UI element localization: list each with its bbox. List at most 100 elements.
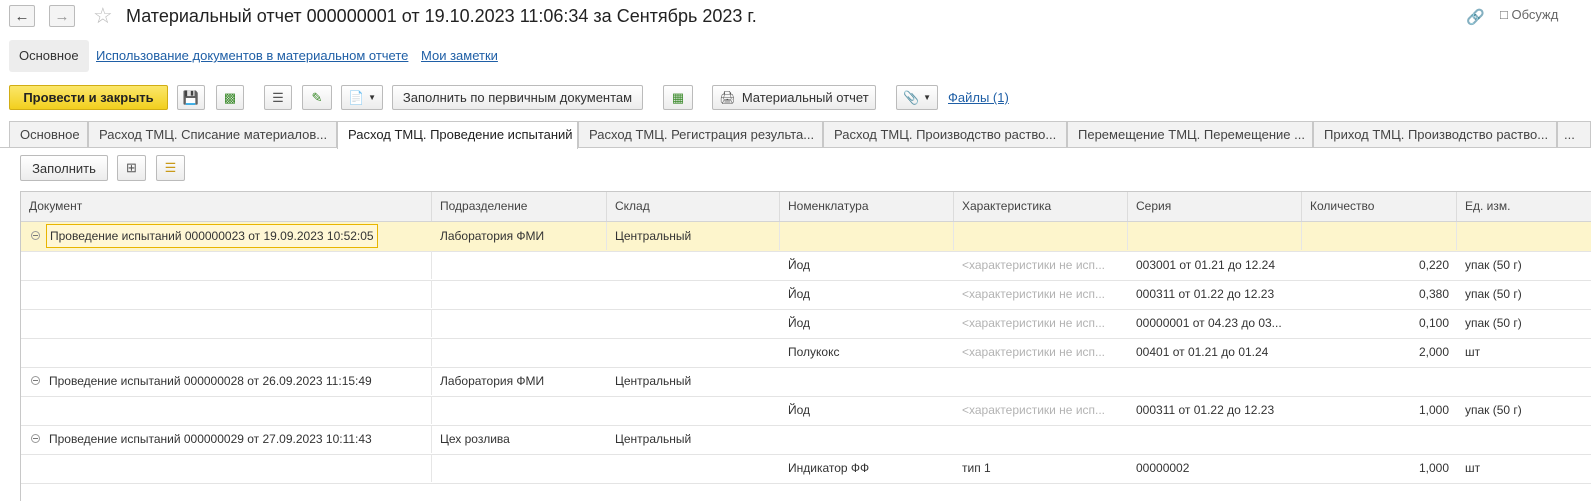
row-warehouse — [607, 454, 780, 482]
column-header-series[interactable]: Серия — [1128, 192, 1302, 221]
row-item: Полукокс — [788, 345, 840, 359]
row-item: Йод — [788, 287, 811, 301]
row-unit — [1457, 367, 1591, 395]
row-unit: упак (50 г) — [1465, 403, 1522, 417]
subnav-notes-link[interactable]: Мои заметки — [421, 40, 498, 72]
attach-button[interactable]: 📎 ▼ — [896, 85, 938, 110]
row-characteristic: <характеристики не исп... — [962, 345, 1106, 359]
column-header-unit[interactable]: Ед. изм. — [1457, 192, 1591, 221]
row-document: Проведение испытаний 000000028 от 26.09.… — [21, 367, 432, 395]
tab-main[interactable]: Основное — [9, 121, 88, 147]
tab-consumption-writeoff[interactable]: Расход ТМЦ. Списание материалов... — [88, 121, 337, 147]
row-quantity: 0,100 — [1418, 316, 1449, 330]
save-button[interactable]: 💾 — [177, 85, 205, 110]
row-unit — [1457, 425, 1591, 453]
tab-transfer[interactable]: Перемещение ТМЦ. Перемещение ... — [1067, 121, 1313, 147]
row-department — [432, 338, 607, 366]
row-document[interactable]: Проведение испытаний 000000023 от 19.09.… — [46, 224, 378, 248]
material-report-label: Материальный отчет — [741, 90, 869, 105]
table-row[interactable]: Йод <характеристики не исп... 00000001 о… — [21, 309, 1591, 339]
row-unit: упак (50 г) — [1465, 316, 1522, 330]
create-based-on-button[interactable]: 📄 ▼ — [341, 85, 383, 110]
row-series: 00000002 — [1136, 461, 1190, 475]
expand-all-button[interactable]: ⊞ — [117, 155, 146, 181]
post-and-close-button[interactable]: Провести и закрыть — [9, 85, 168, 110]
material-report-print-button[interactable]: 🖨 Материальный отчет — [712, 85, 876, 110]
post-button[interactable]: ▩ — [216, 85, 244, 110]
row-series: 00401 от 01.21 до 01.24 — [1136, 345, 1269, 359]
column-header-characteristic[interactable]: Характеристика — [954, 192, 1128, 221]
discuss-label: Обсужд — [1511, 7, 1559, 22]
arrow-left-icon: ← — [14, 7, 30, 25]
tab-receipt-production[interactable]: Приход ТМЦ. Производство раство... — [1313, 121, 1557, 147]
column-header-warehouse[interactable]: Склад — [607, 192, 780, 221]
row-unit: шт — [1465, 461, 1481, 475]
tab-consumption-production[interactable]: Расход ТМЦ. Производство раство... — [823, 121, 1067, 147]
row-item — [780, 425, 954, 453]
link-icon[interactable]: 🔗 — [1466, 8, 1485, 26]
row-department: Лаборатория ФМИ — [432, 222, 607, 250]
tab-consumption-results[interactable]: Расход ТМЦ. Регистрация результа... — [578, 121, 823, 147]
row-document — [21, 280, 432, 308]
table-row[interactable]: Полукокс <характеристики не исп... 00401… — [21, 338, 1591, 368]
forward-button[interactable]: → — [49, 5, 75, 27]
row-characteristic — [954, 367, 1128, 395]
table-row[interactable]: Йод <характеристики не исп... 000311 от … — [21, 396, 1591, 426]
collapse-all-button[interactable]: ☰ — [156, 155, 185, 181]
column-header-document[interactable]: Документ — [21, 192, 432, 221]
row-series: 000311 от 01.22 до 12.23 — [1136, 403, 1275, 417]
column-header-department[interactable]: Подразделение — [432, 192, 607, 221]
row-item: Йод — [788, 316, 811, 330]
row-series: 00000001 от 04.23 до 03... — [1136, 316, 1282, 330]
row-document — [21, 454, 432, 482]
tab-consumption-testing[interactable]: Расход ТМЦ. Проведение испытаний — [337, 121, 578, 149]
row-warehouse — [607, 309, 780, 337]
pen-icon: ✎ — [311, 89, 323, 105]
row-quantity — [1302, 367, 1457, 395]
edit-button[interactable]: ✎ — [302, 85, 332, 110]
row-department: Лаборатория ФМИ — [440, 374, 545, 388]
files-link[interactable]: Файлы (1) — [948, 90, 1009, 105]
row-warehouse — [607, 338, 780, 366]
list-icon: ☰ — [272, 89, 284, 105]
collapse-toggle-icon[interactable] — [31, 231, 40, 240]
save-icon: 💾 — [182, 89, 200, 105]
row-quantity: 0,380 — [1418, 287, 1449, 301]
row-department — [432, 280, 607, 308]
table-row[interactable]: Йод <характеристики не исп... 003001 от … — [21, 251, 1591, 281]
chat-icon: □ — [1500, 7, 1508, 22]
row-warehouse — [607, 280, 780, 308]
table-header: Документ Подразделение Склад Номенклатур… — [21, 192, 1591, 222]
discuss-button[interactable]: □ Обсужд — [1500, 7, 1558, 22]
row-warehouse: Центральный — [607, 222, 780, 250]
row-quantity: 2,000 — [1418, 345, 1449, 359]
row-item: Йод — [788, 258, 811, 272]
fill-button[interactable]: Заполнить — [20, 155, 108, 181]
document-create-icon: 📄 — [347, 89, 365, 105]
row-quantity: 1,000 — [1418, 461, 1449, 475]
tab-more[interactable]: ... — [1557, 121, 1591, 147]
subnav-main[interactable]: Основное — [9, 40, 89, 72]
column-header-quantity[interactable]: Количество — [1302, 192, 1457, 221]
structure-button[interactable]: ▦ — [663, 85, 693, 110]
row-quantity: 0,220 — [1418, 258, 1449, 272]
favorite-star-icon[interactable]: ☆ — [93, 3, 113, 29]
column-header-item[interactable]: Номенклатура — [780, 192, 954, 221]
table-row[interactable]: Индикатор ФФ тип 1 00000002 1,000 шт — [21, 454, 1591, 484]
row-document — [21, 309, 432, 337]
row-characteristic: <характеристики не исп... — [962, 287, 1106, 301]
row-characteristic: тип 1 — [962, 461, 991, 475]
table-row[interactable]: Йод <характеристики не исп... 000311 от … — [21, 280, 1591, 310]
table-row[interactable]: Проведение испытаний 000000028 от 26.09.… — [21, 367, 1591, 397]
subnav-usage-link[interactable]: Использование документов в материальном … — [96, 40, 408, 72]
report-list-button[interactable]: ☰ — [264, 85, 292, 110]
row-document — [21, 338, 432, 366]
row-characteristic — [954, 222, 1128, 250]
table-row[interactable]: Проведение испытаний 000000029 от 27.09.… — [21, 425, 1591, 455]
row-series: 000311 от 01.22 до 12.23 — [1136, 287, 1275, 301]
row-unit: упак (50 г) — [1465, 287, 1522, 301]
back-button[interactable]: ← — [9, 5, 35, 27]
row-department — [432, 251, 607, 279]
fill-by-primary-docs-button[interactable]: Заполнить по первичным документам — [392, 85, 643, 110]
table-row[interactable]: Проведение испытаний 000000023 от 19.09.… — [21, 222, 1591, 252]
